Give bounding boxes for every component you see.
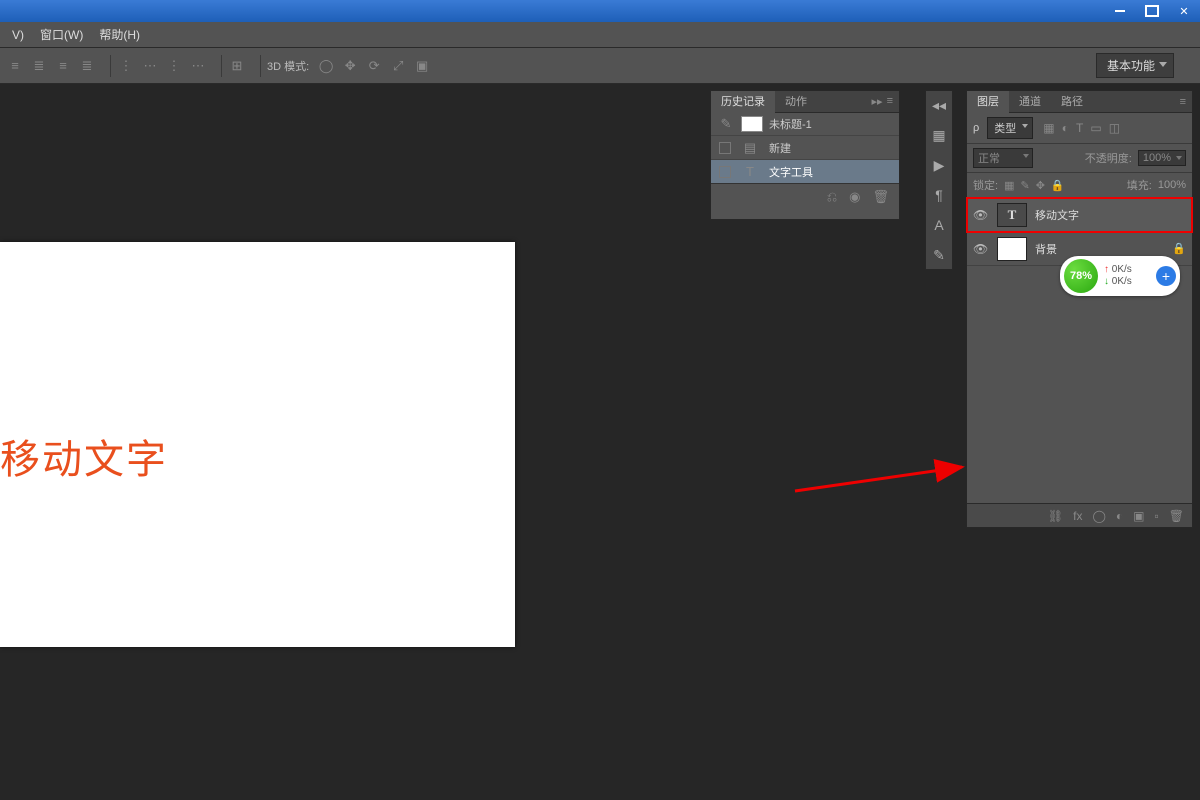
- history-panel: 历史记录 动作 ▸▸ ≡ ✎ 未标题-1 ▤ 新建 T 文字工具 ⎌ ◉ 🗑: [710, 90, 900, 220]
- lock-transparent-icon[interactable]: ▦: [1004, 179, 1014, 192]
- network-speed-widget[interactable]: 78% 0K/s 0K/s +: [1060, 256, 1180, 296]
- character-icon[interactable]: A: [929, 215, 949, 235]
- layer-mask-icon[interactable]: ◯: [1092, 509, 1105, 523]
- lock-pixels-icon[interactable]: ✎: [1020, 179, 1029, 192]
- distribute-icon[interactable]: ⊞: [228, 57, 246, 75]
- layer-name[interactable]: 背景: [1035, 241, 1164, 257]
- paragraph-icon[interactable]: ¶: [929, 185, 949, 205]
- layer-thumbnail: T: [997, 203, 1027, 227]
- blend-mode-dropdown[interactable]: 正常: [973, 148, 1033, 168]
- new-fill-icon[interactable]: ◐: [1116, 509, 1123, 523]
- canvas[interactable]: 移动文字: [0, 242, 515, 647]
- swatches-icon[interactable]: ▦: [929, 125, 949, 145]
- orbit-icon[interactable]: ◯: [317, 57, 335, 75]
- opacity-label: 不透明度:: [1085, 150, 1132, 166]
- align-icon[interactable]: ≡: [6, 57, 24, 75]
- collapsed-panel-dock: ◂◂ ▦ ▶ ¶ A ✎: [925, 90, 953, 270]
- layers-panel: 图层 通道 路径 ≡ ρ 类型 ▦ ◐ T ▭ ◫ 正常 不透明度: 100%: [966, 90, 1193, 528]
- play-icon[interactable]: ▶: [929, 155, 949, 175]
- window-titlebar: [0, 0, 1200, 22]
- options-bar: ≡ ≣ ≡ ≣ ⋮ ⋯ ⋮ ⋯ ⊞ 3D 模式: ◯ ✥ ⟳ ⤢ ▣ 基本功能: [0, 48, 1200, 84]
- upload-speed: 0K/s: [1104, 264, 1132, 276]
- align-icon[interactable]: ≡: [54, 57, 72, 75]
- menu-item-view[interactable]: V): [4, 28, 32, 42]
- window-minimize-button[interactable]: [1106, 2, 1134, 20]
- distribute-icon[interactable]: ⋯: [141, 57, 159, 75]
- tab-actions[interactable]: 动作: [775, 91, 817, 113]
- menu-item-window[interactable]: 窗口(W): [32, 26, 91, 43]
- panel-menu-icon[interactable]: ≡: [887, 95, 893, 108]
- window-maximize-button[interactable]: [1138, 2, 1166, 20]
- history-checkbox[interactable]: [719, 142, 731, 154]
- delete-layer-icon[interactable]: 🗑: [1169, 509, 1184, 523]
- menu-item-help[interactable]: 帮助(H): [91, 26, 148, 43]
- link-layers-icon[interactable]: ⛓: [1048, 509, 1063, 523]
- scale-icon[interactable]: ⤢: [389, 57, 407, 75]
- trash-icon[interactable]: 🗑: [872, 189, 889, 205]
- history-checkbox[interactable]: [719, 166, 731, 178]
- lock-position-icon[interactable]: ✥: [1036, 179, 1045, 192]
- tab-paths[interactable]: 路径: [1051, 91, 1093, 113]
- camera-icon[interactable]: ▣: [413, 57, 431, 75]
- align-icon[interactable]: ≣: [30, 57, 48, 75]
- document-thumbnail: [741, 116, 763, 132]
- distribute-icon[interactable]: ⋯: [189, 57, 207, 75]
- new-group-icon[interactable]: ▣: [1133, 509, 1144, 523]
- layer-thumbnail: [997, 237, 1027, 261]
- tab-layers[interactable]: 图层: [967, 91, 1009, 113]
- filter-shape-icon[interactable]: ▭: [1090, 121, 1101, 135]
- lock-label: 锁定:: [973, 177, 998, 193]
- distribute-icon[interactable]: ⋮: [117, 57, 135, 75]
- brush-icon: ✎: [717, 115, 735, 133]
- workspace-switcher[interactable]: 基本功能: [1096, 53, 1174, 78]
- lock-icon: 🔒: [1172, 242, 1186, 255]
- filter-adjust-icon[interactable]: ◐: [1062, 121, 1069, 135]
- menu-bar: V) 窗口(W) 帮助(H): [0, 22, 1200, 48]
- align-icon[interactable]: ≣: [78, 57, 96, 75]
- collapse-icon[interactable]: ▸▸: [872, 95, 883, 108]
- history-entry-label: 新建: [769, 140, 791, 156]
- fill-value[interactable]: 100%: [1158, 179, 1186, 191]
- create-document-icon[interactable]: ⎌: [827, 189, 837, 205]
- filter-smart-icon[interactable]: ◫: [1109, 121, 1120, 135]
- tab-channels[interactable]: 通道: [1009, 91, 1051, 113]
- type-icon: T: [741, 163, 759, 181]
- snapshot-icon[interactable]: ◉: [849, 189, 860, 205]
- history-entry[interactable]: ▤ 新建: [711, 135, 899, 159]
- filter-pixel-icon[interactable]: ▦: [1043, 121, 1054, 135]
- dock-expand-icon[interactable]: ◂◂: [929, 95, 949, 115]
- visibility-toggle-icon[interactable]: 👁: [973, 242, 989, 256]
- panel-menu-icon[interactable]: ≡: [1180, 96, 1186, 108]
- rotate-icon[interactable]: ⟳: [365, 57, 383, 75]
- brush-panel-icon[interactable]: ✎: [929, 245, 949, 265]
- opacity-value[interactable]: 100%: [1138, 150, 1186, 166]
- mode-3d-label: 3D 模式:: [267, 58, 309, 74]
- filter-type-icon[interactable]: T: [1076, 121, 1083, 135]
- tab-history[interactable]: 历史记录: [711, 91, 775, 113]
- history-entry-label: 文字工具: [769, 164, 813, 180]
- document-name: 未标题-1: [769, 116, 812, 132]
- layer-item-text[interactable]: 👁 T 移动文字: [967, 198, 1192, 232]
- layer-style-icon[interactable]: fx: [1073, 509, 1082, 523]
- expand-widget-button[interactable]: +: [1156, 266, 1176, 286]
- layer-name[interactable]: 移动文字: [1035, 207, 1186, 223]
- new-doc-icon: ▤: [741, 139, 759, 157]
- canvas-text[interactable]: 移动文字: [0, 427, 168, 485]
- performance-gauge: 78%: [1064, 259, 1098, 293]
- history-entry[interactable]: T 文字工具: [711, 159, 899, 183]
- distribute-icon[interactable]: ⋮: [165, 57, 183, 75]
- new-layer-icon[interactable]: ▫: [1155, 509, 1159, 523]
- visibility-toggle-icon[interactable]: 👁: [973, 208, 989, 222]
- download-speed: 0K/s: [1104, 276, 1132, 288]
- layer-filter-dropdown[interactable]: 类型: [987, 117, 1033, 139]
- lock-all-icon[interactable]: 🔒: [1051, 179, 1065, 192]
- window-close-button[interactable]: [1170, 2, 1198, 20]
- fill-label: 填充:: [1127, 177, 1152, 193]
- pan-icon[interactable]: ✥: [341, 57, 359, 75]
